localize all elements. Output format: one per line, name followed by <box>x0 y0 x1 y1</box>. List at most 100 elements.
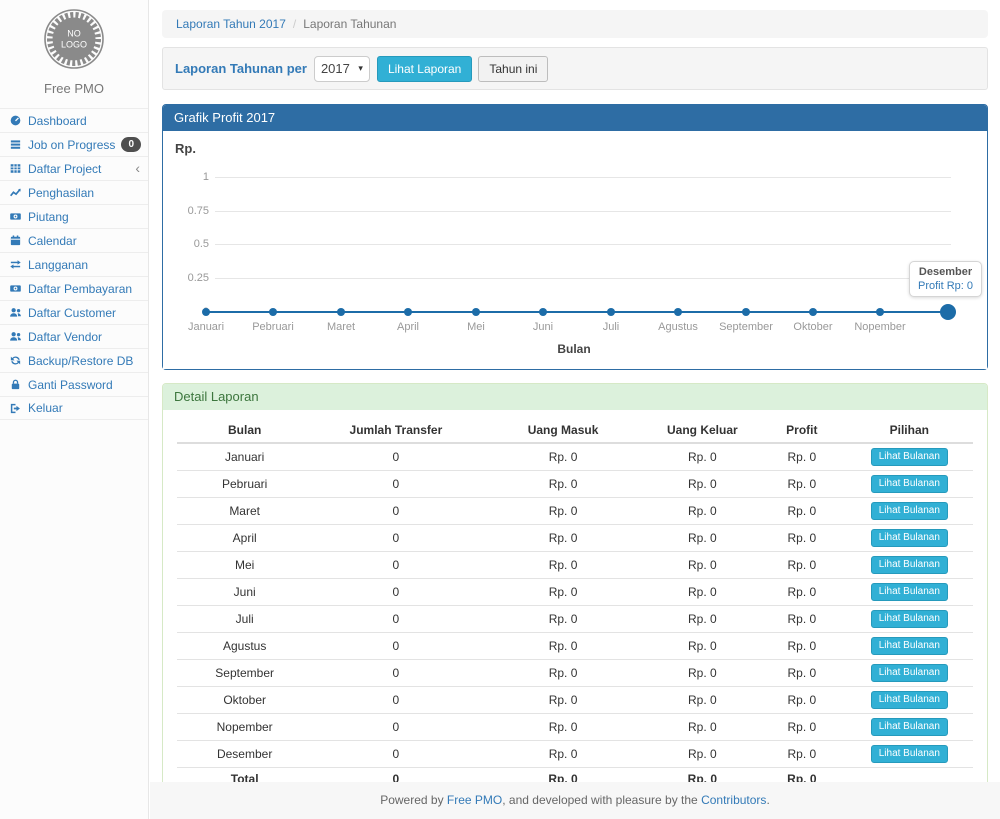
chart-point-pebruari[interactable] <box>269 308 277 316</box>
cell-keluar: Rp. 0 <box>647 443 758 471</box>
money-icon <box>9 210 23 223</box>
cell-masuk: Rp. 0 <box>479 525 646 552</box>
cell-keluar: Rp. 0 <box>647 498 758 525</box>
lihat-bulanan-button[interactable]: Lihat Bulanan <box>871 691 948 709</box>
lihat-bulanan-button[interactable]: Lihat Bulanan <box>871 529 948 547</box>
cell-action: Lihat Bulanan <box>846 741 973 768</box>
col-header-profit: Profit <box>758 418 846 443</box>
sidebar-item-keluar[interactable]: Keluar <box>0 396 148 420</box>
footer-link-contributors[interactable]: Contributors <box>701 793 766 807</box>
sidebar-menu: Dashboard Job on Progress 0 Daftar Proje… <box>0 108 148 420</box>
table-row: Desember0Rp. 0Rp. 0Rp. 0Lihat Bulanan <box>177 741 973 768</box>
footer-link-free-pmo[interactable]: Free PMO <box>447 793 502 807</box>
chart-point-mei[interactable] <box>472 308 480 316</box>
sidebar-item-label: Job on Progress <box>28 138 115 152</box>
chart-point-januari[interactable] <box>202 308 210 316</box>
y-tick-label: 0.75 <box>163 204 209 218</box>
lihat-bulanan-button[interactable]: Lihat Bulanan <box>871 475 948 493</box>
cell-masuk: Rp. 0 <box>479 471 646 498</box>
y-tick-label: 0.5 <box>163 237 209 251</box>
chart-point-juli[interactable] <box>607 308 615 316</box>
sidebar-item-label: Daftar Pembayaran <box>28 282 132 296</box>
x-tick-label: Nopember <box>844 321 916 333</box>
table-row: Juli0Rp. 0Rp. 0Rp. 0Lihat Bulanan <box>177 606 973 633</box>
cell-action: Lihat Bulanan <box>846 714 973 741</box>
lihat-bulanan-button[interactable]: Lihat Bulanan <box>871 718 948 736</box>
year-select[interactable]: 2017 ▾ <box>314 56 370 82</box>
profit-series-line <box>206 311 948 313</box>
dashboard-icon <box>9 114 23 127</box>
lihat-bulanan-button[interactable]: Lihat Bulanan <box>871 448 948 466</box>
cell-transfer: 0 <box>312 552 479 579</box>
sidebar-item-penghasilan[interactable]: Penghasilan <box>0 180 148 204</box>
breadcrumb-link-laporan-tahun[interactable]: Laporan Tahun 2017 <box>176 17 286 31</box>
sidebar-item-label: Piutang <box>28 210 69 224</box>
chart-point-april[interactable] <box>404 308 412 316</box>
sidebar-item-job-on-progress[interactable]: Job on Progress 0 <box>0 132 148 156</box>
cell-masuk: Rp. 0 <box>479 741 646 768</box>
cell-action: Lihat Bulanan <box>846 633 973 660</box>
cell-masuk: Rp. 0 <box>479 633 646 660</box>
cell-action: Lihat Bulanan <box>846 525 973 552</box>
lihat-bulanan-button[interactable]: Lihat Bulanan <box>871 745 948 763</box>
cell-month: Nopember <box>177 714 312 741</box>
lihat-laporan-button[interactable]: Lihat Laporan <box>377 56 472 82</box>
table-row: Juni0Rp. 0Rp. 0Rp. 0Lihat Bulanan <box>177 579 973 606</box>
cell-action: Lihat Bulanan <box>846 606 973 633</box>
detail-laporan-panel: Detail Laporan Bulan Jumlah Transfer Uan… <box>162 383 988 805</box>
sidebar-item-daftar-project[interactable]: Daftar Project ‹ <box>0 156 148 180</box>
chart-point-nopember[interactable] <box>876 308 884 316</box>
svg-text:NO: NO <box>67 29 81 39</box>
sidebar-item-ganti-password[interactable]: Ganti Password <box>0 372 148 396</box>
x-tick-label: Pebruari <box>237 321 309 333</box>
x-axis-title: Bulan <box>474 342 674 356</box>
chart-point-agustus[interactable] <box>674 308 682 316</box>
cell-transfer: 0 <box>312 687 479 714</box>
footer-text-prefix: Powered by <box>380 793 447 807</box>
col-header-bulan: Bulan <box>177 418 312 443</box>
sidebar-item-langganan[interactable]: Langganan <box>0 252 148 276</box>
chevron-left-icon: ‹ <box>135 160 140 176</box>
sidebar-item-label: Dashboard <box>28 114 87 128</box>
cell-action: Lihat Bulanan <box>846 498 973 525</box>
job-count-badge: 0 <box>121 137 141 152</box>
cell-keluar: Rp. 0 <box>647 579 758 606</box>
col-header-uang-masuk: Uang Masuk <box>479 418 646 443</box>
sidebar-item-label: Langganan <box>28 258 88 272</box>
breadcrumb-separator: / <box>293 17 296 31</box>
lihat-bulanan-button[interactable]: Lihat Bulanan <box>871 502 948 520</box>
cell-profit: Rp. 0 <box>758 660 846 687</box>
chart-point-september[interactable] <box>742 308 750 316</box>
sidebar-item-piutang[interactable]: Piutang <box>0 204 148 228</box>
x-tick-label: Januari <box>170 321 242 333</box>
lihat-bulanan-button[interactable]: Lihat Bulanan <box>871 637 948 655</box>
profit-chart-panel: Grafik Profit 2017 Rp. 1 0.75 0.5 0.25 0 <box>162 104 988 370</box>
sidebar-item-daftar-customer[interactable]: Daftar Customer <box>0 300 148 324</box>
cell-profit: Rp. 0 <box>758 714 846 741</box>
col-header-jumlah-transfer: Jumlah Transfer <box>312 418 479 443</box>
chart-point-oktober[interactable] <box>809 308 817 316</box>
chart-point-desember[interactable] <box>940 304 956 320</box>
sidebar-item-calendar[interactable]: Calendar <box>0 228 148 252</box>
table-row: Pebruari0Rp. 0Rp. 0Rp. 0Lihat Bulanan <box>177 471 973 498</box>
lihat-bulanan-button[interactable]: Lihat Bulanan <box>871 664 948 682</box>
sidebar-item-dashboard[interactable]: Dashboard <box>0 108 148 132</box>
lihat-bulanan-button[interactable]: Lihat Bulanan <box>871 556 948 574</box>
cell-transfer: 0 <box>312 714 479 741</box>
table-header-row: Bulan Jumlah Transfer Uang Masuk Uang Ke… <box>177 418 973 443</box>
chart-point-juni[interactable] <box>539 308 547 316</box>
sidebar-item-daftar-vendor[interactable]: Daftar Vendor <box>0 324 148 348</box>
sidebar-item-backup-restore-db[interactable]: Backup/Restore DB <box>0 348 148 372</box>
chart-point-maret[interactable] <box>337 308 345 316</box>
cell-profit: Rp. 0 <box>758 471 846 498</box>
table-row: Mei0Rp. 0Rp. 0Rp. 0Lihat Bulanan <box>177 552 973 579</box>
lock-icon <box>9 378 23 391</box>
lihat-bulanan-button[interactable]: Lihat Bulanan <box>871 583 948 601</box>
x-tick-label: Juni <box>507 321 579 333</box>
cell-transfer: 0 <box>312 579 479 606</box>
lihat-bulanan-button[interactable]: Lihat Bulanan <box>871 610 948 628</box>
x-tick-label: April <box>372 321 444 333</box>
report-toolbar: Laporan Tahunan per 2017 ▾ Lihat Laporan… <box>162 47 988 90</box>
tahun-ini-button[interactable]: Tahun ini <box>478 56 548 82</box>
sidebar-item-daftar-pembayaran[interactable]: Daftar Pembayaran <box>0 276 148 300</box>
